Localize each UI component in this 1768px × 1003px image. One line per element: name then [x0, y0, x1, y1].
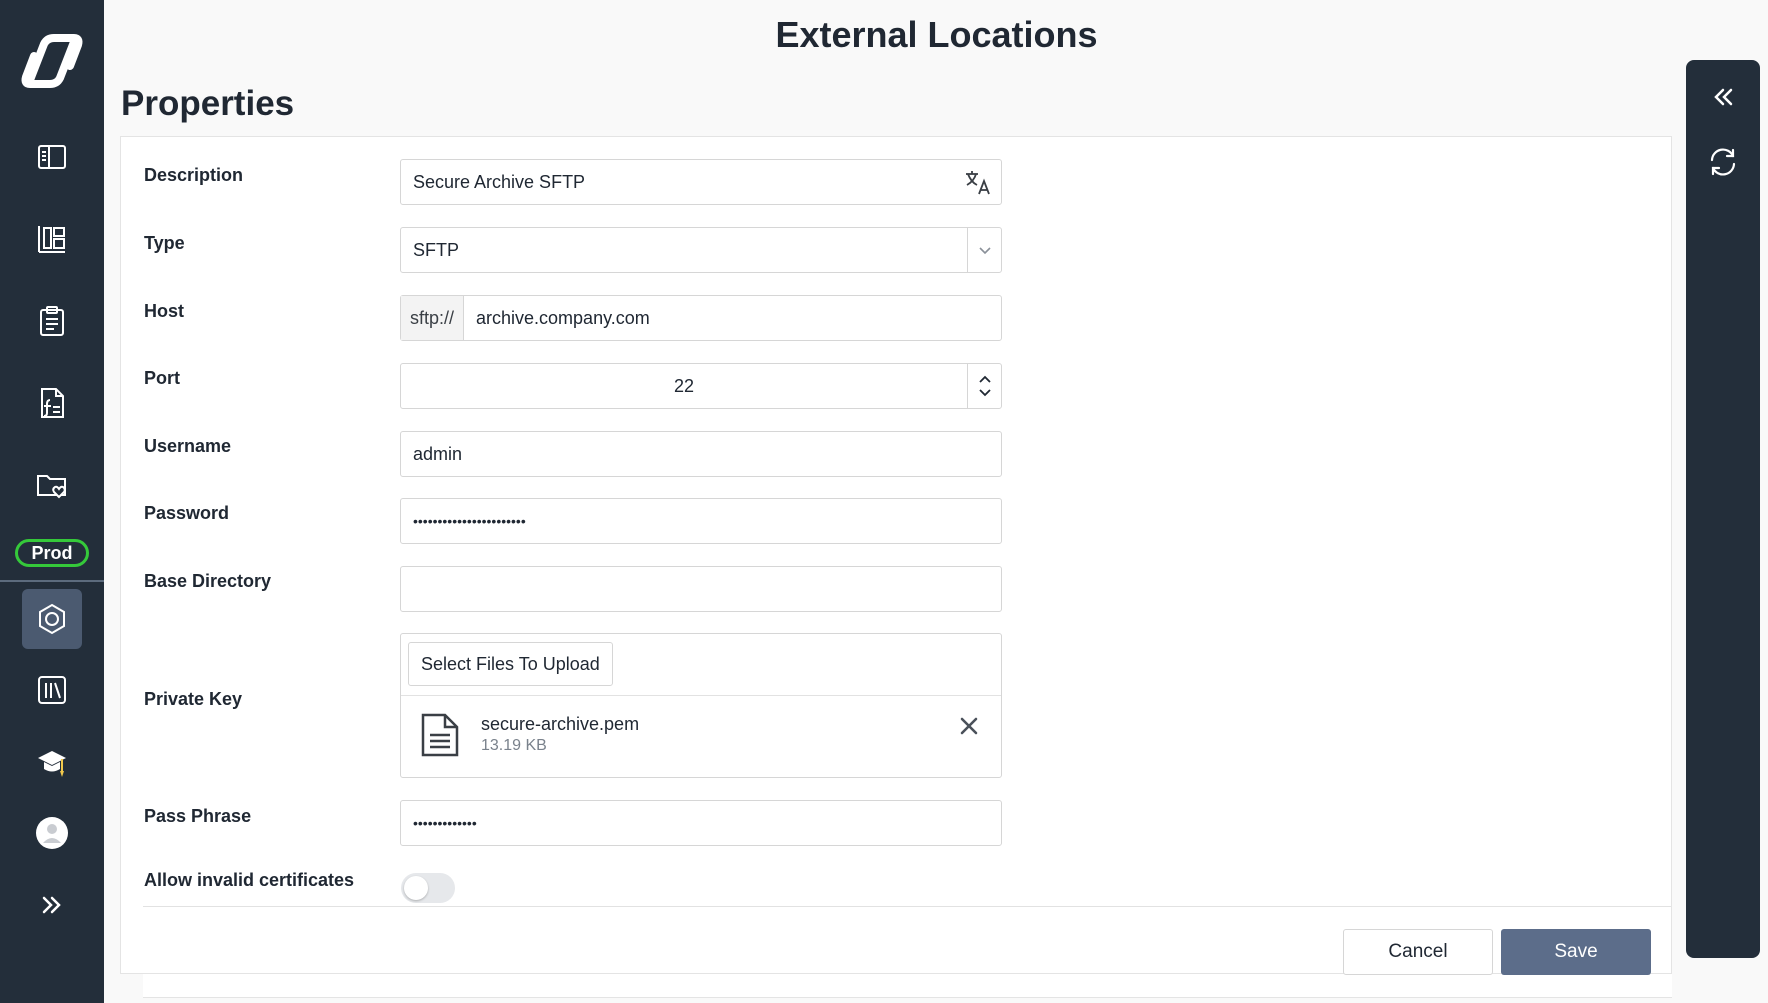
type-select[interactable]: SFTP — [400, 227, 1002, 273]
nav-divider — [0, 580, 104, 582]
type-dropdown-button[interactable] — [967, 228, 1001, 272]
nav-dashboard-icon[interactable] — [22, 209, 82, 269]
nav-hexagon-settings-icon[interactable] — [22, 589, 82, 649]
host-field[interactable]: sftp:// archive.company.com — [400, 295, 1002, 341]
description-label: Description — [144, 165, 244, 185]
password-label: Password — [144, 503, 230, 523]
allow-invalid-certificates-label: Allow invalid certificates — [144, 870, 355, 890]
password-field[interactable]: ••••••••••••••••••••••• — [400, 498, 1002, 544]
uploaded-file-name: secure-archive.pem — [481, 714, 640, 734]
pass-phrase-label: Pass Phrase — [144, 806, 252, 826]
page-title: External Locations — [775, 14, 1098, 55]
nav-graduation-cap-icon[interactable] — [22, 732, 82, 792]
nav-library-icon[interactable] — [22, 660, 82, 720]
chevron-down-icon[interactable] — [978, 387, 992, 397]
private-key-upload: Select Files To Upload secure-archive.pe… — [400, 633, 1002, 778]
nav-clipboard-list-icon[interactable] — [22, 291, 82, 351]
section-title: Properties — [121, 84, 295, 123]
port-value: 22 — [673, 375, 695, 396]
type-value: SFTP — [413, 239, 460, 260]
description-value: Secure Archive SFTP — [413, 171, 586, 192]
base-directory-field[interactable] — [400, 566, 1002, 612]
select-files-button[interactable]: Select Files To Upload — [408, 642, 613, 686]
pass-phrase-field[interactable]: ••••••••••••• — [400, 800, 1002, 846]
nav-expand-double-chevron-icon[interactable] — [22, 875, 82, 935]
uploaded-file-size: 13.19 KB — [481, 737, 547, 754]
app-logo-icon[interactable] — [20, 32, 84, 90]
upload-divider — [401, 695, 1001, 696]
save-button[interactable]: Save — [1501, 929, 1651, 975]
chevron-up-icon[interactable] — [978, 375, 992, 385]
footer-divider — [143, 906, 1671, 907]
username-field[interactable]: admin — [400, 431, 1002, 477]
nav-document-function-icon[interactable] — [22, 373, 82, 433]
card-bottom-edge — [143, 974, 1672, 998]
pass-phrase-value: ••••••••••••• — [413, 815, 477, 831]
port-label: Port — [144, 368, 180, 388]
description-field[interactable]: Secure Archive SFTP — [400, 159, 1002, 205]
right-rail — [1686, 60, 1760, 958]
translate-icon[interactable] — [963, 167, 993, 197]
username-label: Username — [144, 436, 232, 456]
port-stepper[interactable]: 22 — [400, 363, 1002, 409]
environment-badge: Prod — [15, 539, 89, 567]
cancel-button[interactable]: Cancel — [1343, 929, 1493, 975]
toggle-knob — [404, 876, 428, 900]
nav-folder-heart-icon[interactable] — [22, 455, 82, 515]
password-value: ••••••••••••••••••••••• — [413, 513, 526, 529]
host-prefix: sftp:// — [401, 296, 465, 340]
remove-file-close-icon[interactable] — [957, 714, 981, 738]
left-navigation: Prod — [0, 0, 104, 1003]
username-value: admin — [413, 443, 463, 464]
host-label: Host — [144, 301, 184, 321]
nav-book-open-icon[interactable] — [22, 127, 82, 187]
rail-refresh-icon[interactable] — [1703, 142, 1743, 182]
rail-collapse-double-chevron-icon[interactable] — [1703, 77, 1743, 117]
file-document-icon — [421, 713, 459, 757]
allow-invalid-certificates-toggle[interactable] — [401, 873, 455, 903]
type-label: Type — [144, 233, 185, 253]
chevron-down-icon — [978, 247, 991, 255]
base-directory-label: Base Directory — [144, 571, 272, 591]
private-key-label: Private Key — [144, 689, 243, 709]
host-value: archive.company.com — [476, 307, 650, 328]
port-spin-buttons[interactable] — [967, 364, 1001, 408]
nav-user-avatar-icon[interactable] — [22, 803, 82, 863]
